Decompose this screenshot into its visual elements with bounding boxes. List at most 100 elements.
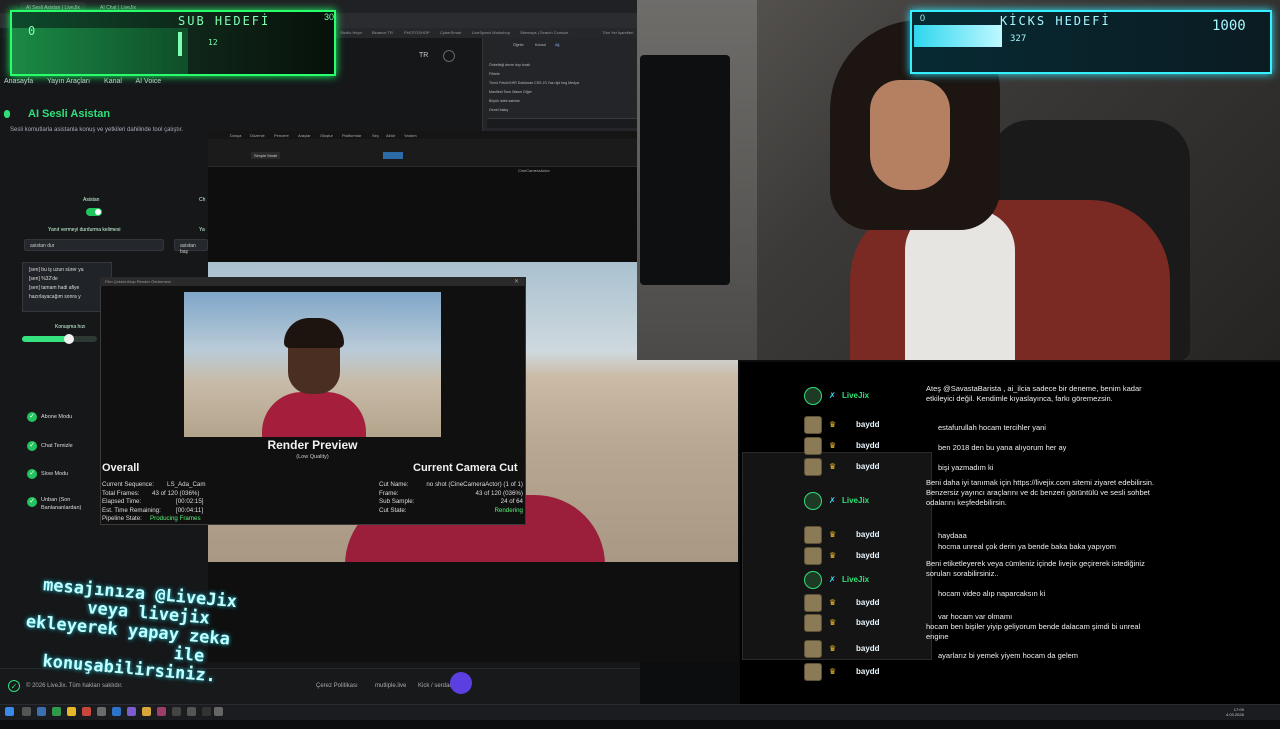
crown-badge-icon: ♛ <box>829 598 837 607</box>
chat-username[interactable]: baydd <box>856 644 880 653</box>
start-word-input[interactable]: asistan baş <box>174 239 208 255</box>
bookmark[interactable]: Sitemaps | Search Console <box>520 30 568 35</box>
devtools-filter[interactable]: Filtrele <box>489 72 500 76</box>
chat-username[interactable]: baydd <box>856 441 880 450</box>
microphone-icon <box>4 110 10 118</box>
check-icon[interactable]: ✓ <box>27 412 37 422</box>
chat-username[interactable]: LiveJix <box>842 496 869 505</box>
logo-icon: ✓ <box>8 680 20 692</box>
chat-username[interactable]: baydd <box>856 530 880 539</box>
nav-channel[interactable]: Kanal <box>104 78 122 85</box>
menu-item[interactable]: Pencere <box>274 133 289 138</box>
devtools-panel: Öğeler Konsol Ağ Önbelleği devre dışı bı… <box>482 38 640 132</box>
close-icon[interactable]: ✕ <box>514 278 519 285</box>
search-icon[interactable] <box>22 707 31 716</box>
transcript-log: [sen] bu iş uzun sürer ya [sen] %32'de [… <box>22 262 112 312</box>
nav-ai-voice[interactable]: AI Voice <box>136 78 162 85</box>
chat-username[interactable]: LiveJix <box>842 391 869 400</box>
devtools-tab[interactable]: Öğeler <box>513 43 524 47</box>
unreal-details-panel <box>742 452 932 660</box>
unreal-menu: Dosya Düzenle Pencere Araçlar Oluştur Pl… <box>208 131 640 139</box>
check-icon[interactable]: ✓ <box>27 497 37 507</box>
chat-bubble-icon[interactable] <box>450 672 472 694</box>
mode-dropdown[interactable]: Simple Mode <box>251 152 281 159</box>
chrome-icon[interactable] <box>67 707 76 716</box>
stop-word-label: Yanıt vermeyi durdurma kelimesi <box>48 227 121 233</box>
bot-badge-icon: ✗ <box>829 391 836 400</box>
menu-item[interactable]: Düzenle <box>250 133 265 138</box>
chat-message: ben 2018 den bu yana alıyorum her ay <box>938 443 1067 452</box>
chat-username[interactable]: baydd <box>856 618 880 627</box>
kicks-goal-title: KİCKS HEDEFİ <box>1000 14 1111 28</box>
chat-username[interactable]: baydd <box>856 462 880 471</box>
check-icon[interactable]: ✓ <box>27 469 37 479</box>
play-button[interactable] <box>383 152 403 159</box>
vscode-icon[interactable] <box>112 707 121 716</box>
app-icon[interactable] <box>37 707 46 716</box>
bookmark[interactable]: Tüm Yer İşaretleri <box>602 30 633 35</box>
stat-value: 24 of 64 <box>500 498 523 505</box>
app-icon[interactable] <box>187 707 196 716</box>
chat-username[interactable]: baydd <box>856 551 880 560</box>
unreal-icon[interactable] <box>202 707 211 716</box>
user-avatar <box>804 458 822 476</box>
crown-badge-icon: ♛ <box>829 667 837 676</box>
sub-goal-title: SUB HEDEFİ <box>178 14 271 28</box>
crown-badge-icon: ♛ <box>829 530 837 539</box>
stop-word-input[interactable]: asistan dur <box>24 239 164 251</box>
kicks-goal-fill <box>914 25 1002 47</box>
devtools-row[interactable]: Önbelleği devre dışı bırak <box>489 63 530 67</box>
ch-label: Ch <box>199 197 206 203</box>
app-icon[interactable] <box>142 707 151 716</box>
devtools-tab[interactable]: Ağ <box>555 43 559 47</box>
sub-goal-marker <box>178 32 182 56</box>
devtools-row[interactable]: Tümü Fetch/XHR Doküman CSS JS Yazı tipi … <box>489 81 579 85</box>
crown-badge-icon: ♛ <box>829 618 837 627</box>
chat-username[interactable]: baydd <box>856 667 880 676</box>
bookmark[interactable]: CyberSmart <box>440 30 461 35</box>
bot-avatar <box>804 492 822 510</box>
app-icon[interactable] <box>172 707 181 716</box>
nav-broadcast-tools[interactable]: Yayın Araçları <box>47 78 90 85</box>
language-selector[interactable]: TR <box>419 52 428 59</box>
app-icon[interactable] <box>214 707 223 716</box>
bookmark[interactable]: LiveSpeed Workshop <box>472 30 510 35</box>
app-icon[interactable] <box>127 707 136 716</box>
bookmark[interactable]: Studio Heyn <box>340 30 362 35</box>
menu-item[interactable]: Platformlar <box>342 133 361 138</box>
menu-item[interactable]: Dosya <box>230 133 241 138</box>
bot-avatar <box>804 387 822 405</box>
assistant-toggle[interactable] <box>86 208 102 216</box>
footer-link-kick[interactable]: Kick / serdar <box>418 683 451 689</box>
menu-item[interactable]: Oluştur <box>320 133 333 138</box>
chat-username[interactable]: baydd <box>856 598 880 607</box>
devtools-row[interactable]: Manifest Soru Wasm Diğer <box>489 90 532 94</box>
menu-item[interactable]: Yardım <box>404 133 417 138</box>
user-avatar <box>804 594 822 612</box>
menu-item[interactable]: Araçlar <box>298 133 311 138</box>
windows-start-icon[interactable] <box>5 707 14 716</box>
menu-item[interactable]: Aktör <box>386 133 395 138</box>
nav-home[interactable]: Anasayfa <box>4 78 33 85</box>
theme-toggle-icon[interactable] <box>443 50 455 62</box>
app-icon[interactable] <box>52 707 61 716</box>
menu-item[interactable]: Seç <box>372 133 379 138</box>
chat-username[interactable]: baydd <box>856 420 880 429</box>
bookmark[interactable]: PHOTOSHOP <box>404 30 430 35</box>
stat-label: Total Frames: <box>102 489 140 497</box>
devtools-row[interactable]: Büyük istek satırları <box>489 99 520 103</box>
check-icon[interactable]: ✓ <box>27 441 37 451</box>
bookmark[interactable]: Binance TR <box>372 30 393 35</box>
stat-value: Producing Frames <box>150 515 201 522</box>
chat-username[interactable]: LiveJix <box>842 575 869 584</box>
app-icon[interactable] <box>97 707 106 716</box>
render-window-title: Film Çekimi Akışı Render Önizlemesi <box>105 279 171 284</box>
streamer-shirt <box>905 210 1015 360</box>
devtools-tab[interactable]: Konsol <box>535 43 546 47</box>
user-avatar <box>804 547 822 565</box>
chat-message: var hocam var olmamı <box>938 612 1013 621</box>
app-icon[interactable] <box>82 707 91 716</box>
devtools-row[interactable]: Genel bakış <box>489 108 508 112</box>
chat-message: Beni daha iyi tanımak için https://livej… <box>926 478 1155 507</box>
app-icon[interactable] <box>157 707 166 716</box>
